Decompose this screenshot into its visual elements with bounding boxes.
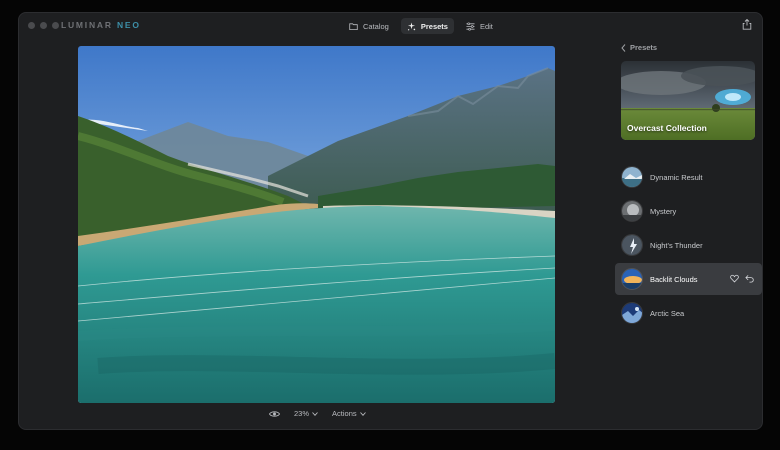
preset-backlit-clouds[interactable]: Backlit Clouds bbox=[615, 263, 762, 295]
logo-accent-text: NEO bbox=[116, 20, 141, 30]
preset-label: Night's Thunder bbox=[650, 240, 703, 250]
share-icon[interactable] bbox=[742, 19, 752, 30]
preset-label: Dynamic Result bbox=[650, 172, 703, 182]
titlebar: LUMINAR NEO Catalog Presets Edit bbox=[19, 13, 762, 39]
chevron-down-icon bbox=[359, 411, 366, 416]
preset-nights-thunder[interactable]: Night's Thunder bbox=[615, 229, 762, 261]
chevron-left-icon bbox=[621, 43, 626, 52]
close-window-button[interactable] bbox=[28, 22, 35, 29]
logo-main-text: LUMINAR bbox=[61, 20, 113, 30]
preset-label: Mystery bbox=[650, 206, 677, 216]
preset-label: Backlit Clouds bbox=[650, 274, 698, 284]
app-logo: LUMINAR NEO bbox=[61, 20, 141, 30]
bottom-toolbar: 23% Actions bbox=[269, 409, 366, 418]
tab-presets[interactable]: Presets bbox=[400, 18, 454, 34]
chevron-down-icon bbox=[312, 411, 318, 416]
collection-title: Overcast Collection bbox=[627, 123, 707, 134]
zoom-dropdown[interactable]: 23% bbox=[294, 409, 318, 418]
app-window: LUMINAR NEO Catalog Presets Edit 23% Act… bbox=[18, 12, 763, 430]
preset-thumbnail bbox=[621, 234, 643, 256]
minimize-window-button[interactable] bbox=[40, 22, 47, 29]
back-to-presets-button[interactable]: Presets bbox=[621, 43, 657, 52]
actions-dropdown[interactable]: Actions bbox=[332, 409, 366, 418]
eye-icon[interactable] bbox=[269, 410, 280, 418]
sparkle-icon bbox=[407, 21, 416, 30]
presets-sidebar: Presets Overcast Collection Dynamic Resu… bbox=[615, 39, 762, 429]
actions-label: Actions bbox=[332, 409, 357, 418]
preset-thumbnail bbox=[621, 200, 643, 222]
tab-catalog-label: Catalog bbox=[363, 21, 389, 31]
river-mountain-photo bbox=[78, 46, 555, 403]
preset-label: Arctic Sea bbox=[650, 308, 685, 318]
collection-banner[interactable]: Overcast Collection bbox=[621, 61, 755, 140]
folder-icon bbox=[349, 22, 358, 30]
preset-actions bbox=[730, 274, 754, 283]
photo-canvas[interactable] bbox=[78, 46, 555, 403]
preset-thumbnail bbox=[621, 268, 643, 290]
tab-catalog[interactable]: Catalog bbox=[343, 18, 395, 34]
window-controls bbox=[28, 22, 59, 29]
undo-icon[interactable] bbox=[745, 274, 754, 283]
top-navigation: Catalog Presets Edit bbox=[343, 18, 499, 34]
tab-edit[interactable]: Edit bbox=[460, 18, 499, 34]
preset-arctic-sea[interactable]: Arctic Sea bbox=[615, 297, 762, 329]
sliders-icon bbox=[466, 21, 475, 31]
back-label: Presets bbox=[630, 43, 658, 52]
preset-thumbnail bbox=[621, 166, 643, 188]
preset-mystery[interactable]: Mystery bbox=[615, 195, 762, 227]
heart-icon[interactable] bbox=[730, 274, 739, 283]
preset-thumbnail bbox=[621, 302, 643, 324]
zoom-value: 23% bbox=[294, 409, 310, 418]
tab-presets-label: Presets bbox=[420, 21, 448, 31]
preset-dynamic-result[interactable]: Dynamic Result bbox=[615, 161, 762, 193]
tab-edit-label: Edit bbox=[479, 21, 493, 31]
zoom-window-button[interactable] bbox=[52, 22, 59, 29]
